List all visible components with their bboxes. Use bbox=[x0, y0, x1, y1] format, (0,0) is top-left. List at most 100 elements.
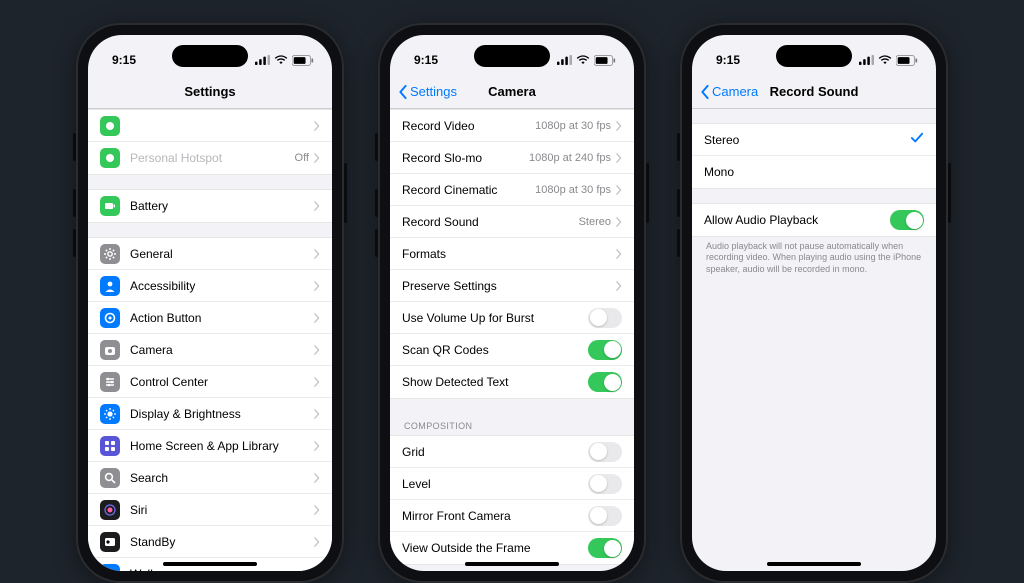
chevron-right-icon bbox=[313, 377, 320, 387]
row-label: StandBy bbox=[130, 535, 313, 549]
page-title: Record Sound bbox=[770, 84, 859, 99]
row-label: Show Detected Text bbox=[402, 375, 588, 389]
sliders-icon bbox=[100, 372, 120, 392]
chevron-right-icon bbox=[615, 249, 622, 259]
dynamic-island bbox=[776, 45, 852, 67]
wifi-icon bbox=[576, 55, 590, 65]
row-label: Use Volume Up for Burst bbox=[402, 311, 588, 325]
back-label: Settings bbox=[410, 84, 457, 99]
settings-row-standby[interactable]: StandBy bbox=[88, 526, 332, 558]
back-button[interactable]: Camera bbox=[700, 84, 758, 99]
settings-row-home-screen-app-library[interactable]: Home Screen & App Library bbox=[88, 430, 332, 462]
dynamic-island bbox=[474, 45, 550, 67]
row-record-slo-mo[interactable]: Record Slo-mo1080p at 240 fps bbox=[390, 142, 634, 174]
row-label: Battery bbox=[130, 199, 313, 213]
row-value: 1080p at 30 fps bbox=[535, 120, 611, 132]
phone-record-sound: 9:15 Camera Record Sound StereoMono Allo… bbox=[680, 23, 948, 583]
settings-row-control-center[interactable]: Control Center bbox=[88, 366, 332, 398]
toggle-grid[interactable] bbox=[588, 442, 622, 462]
row-label: Siri bbox=[130, 503, 313, 517]
settings-row-personal-hotspot[interactable]: Personal HotspotOff bbox=[88, 142, 332, 174]
row-grid[interactable]: Grid bbox=[390, 436, 634, 468]
back-button[interactable]: Settings bbox=[398, 84, 457, 99]
home-indicator[interactable] bbox=[163, 562, 257, 566]
row-scan-qr-codes[interactable]: Scan QR Codes bbox=[390, 334, 634, 366]
chevron-right-icon bbox=[313, 569, 320, 571]
row-mirror-front-camera[interactable]: Mirror Front Camera bbox=[390, 500, 634, 532]
record-sound-list[interactable]: Stereo Mono Allow Audio Playback Audio pl… bbox=[692, 109, 936, 571]
row-label: Search bbox=[130, 471, 313, 485]
chevron-right-icon bbox=[313, 473, 320, 483]
battery-icon bbox=[896, 55, 918, 66]
chevron-right-icon bbox=[615, 153, 622, 163]
settings-row-general[interactable]: General bbox=[88, 238, 332, 270]
toggle-view-outside-the-frame[interactable] bbox=[588, 538, 622, 558]
wifi-icon bbox=[878, 55, 892, 65]
settings-row-camera[interactable]: Camera bbox=[88, 334, 332, 366]
row-label: Camera bbox=[130, 343, 313, 357]
page-title: Settings bbox=[184, 84, 235, 99]
gear-icon bbox=[100, 244, 120, 264]
row-value: Stereo bbox=[579, 216, 611, 228]
row-record-sound[interactable]: Record SoundStereo bbox=[390, 206, 634, 238]
settings-row-search[interactable]: Search bbox=[88, 462, 332, 494]
row-view-outside-the-frame[interactable]: View Outside the Frame bbox=[390, 532, 634, 564]
row-label: Wallpaper bbox=[130, 567, 313, 571]
row-record-video[interactable]: Record Video1080p at 30 fps bbox=[390, 110, 634, 142]
toggle-allow-audio-playback[interactable] bbox=[890, 210, 924, 230]
row-value: 1080p at 30 fps bbox=[535, 184, 611, 196]
wifi-icon bbox=[274, 55, 288, 65]
row-formats[interactable]: Formats bbox=[390, 238, 634, 270]
row-label: Level bbox=[402, 477, 588, 491]
row-label: Allow Audio Playback bbox=[704, 213, 890, 227]
home-indicator[interactable] bbox=[465, 562, 559, 566]
settings-row-action-button[interactable]: Action Button bbox=[88, 302, 332, 334]
app-icon bbox=[100, 148, 120, 168]
back-label: Camera bbox=[712, 84, 758, 99]
row-label: Scan QR Codes bbox=[402, 343, 588, 357]
toggle-show-detected-text[interactable] bbox=[588, 372, 622, 392]
footer-note: Audio playback will not pause automatica… bbox=[692, 237, 936, 285]
camera-icon bbox=[100, 340, 120, 360]
battery-icon bbox=[594, 55, 616, 66]
row-label: Record Sound bbox=[402, 215, 579, 229]
row-label: Stereo bbox=[704, 133, 910, 147]
row-label: View Outside the Frame bbox=[402, 541, 588, 555]
chevron-right-icon bbox=[313, 441, 320, 451]
toggle-scan-qr-codes[interactable] bbox=[588, 340, 622, 360]
toggle-level[interactable] bbox=[588, 474, 622, 494]
row-use-volume-up-for-burst[interactable]: Use Volume Up for Burst bbox=[390, 302, 634, 334]
search-icon bbox=[100, 468, 120, 488]
three-phone-stage: 9:15 Settings Personal HotspotOff Batter… bbox=[0, 0, 1024, 583]
settings-row-display-brightness[interactable]: Display & Brightness bbox=[88, 398, 332, 430]
row-label: Mirror Front Camera bbox=[402, 509, 588, 523]
row-stereo[interactable]: Stereo bbox=[692, 124, 936, 156]
battery-icon bbox=[100, 196, 120, 216]
chevron-right-icon bbox=[615, 185, 622, 195]
row-mono[interactable]: Mono bbox=[692, 156, 936, 188]
chevron-right-icon bbox=[313, 121, 320, 131]
row-show-detected-text[interactable]: Show Detected Text bbox=[390, 366, 634, 398]
settings-row-siri[interactable]: Siri bbox=[88, 494, 332, 526]
row-allow-audio-playback[interactable]: Allow Audio Playback bbox=[692, 204, 936, 236]
settings-row-battery[interactable]: Battery bbox=[88, 190, 332, 222]
phone-camera-settings: 9:15 Settings Camera Record Video1080p a… bbox=[378, 23, 646, 583]
row-label: Preserve Settings bbox=[402, 279, 615, 293]
page-title: Camera bbox=[488, 84, 536, 99]
camera-settings-list[interactable]: Record Video1080p at 30 fpsRecord Slo-mo… bbox=[390, 109, 634, 571]
settings-row-item[interactable] bbox=[88, 110, 332, 142]
settings-row-accessibility[interactable]: Accessibility bbox=[88, 270, 332, 302]
row-level[interactable]: Level bbox=[390, 468, 634, 500]
row-preserve-settings[interactable]: Preserve Settings bbox=[390, 270, 634, 302]
row-label: Grid bbox=[402, 445, 588, 459]
nav-bar: Settings bbox=[88, 75, 332, 109]
chevron-right-icon bbox=[313, 313, 320, 323]
signal-icon bbox=[557, 55, 572, 65]
chevron-right-icon bbox=[313, 505, 320, 515]
home-indicator[interactable] bbox=[767, 562, 861, 566]
row-record-cinematic[interactable]: Record Cinematic1080p at 30 fps bbox=[390, 174, 634, 206]
toggle-mirror-front-camera[interactable] bbox=[588, 506, 622, 526]
settings-list[interactable]: Personal HotspotOff Battery GeneralAcces… bbox=[88, 109, 332, 571]
toggle-use-volume-up-for-burst[interactable] bbox=[588, 308, 622, 328]
row-value: Off bbox=[295, 152, 309, 164]
